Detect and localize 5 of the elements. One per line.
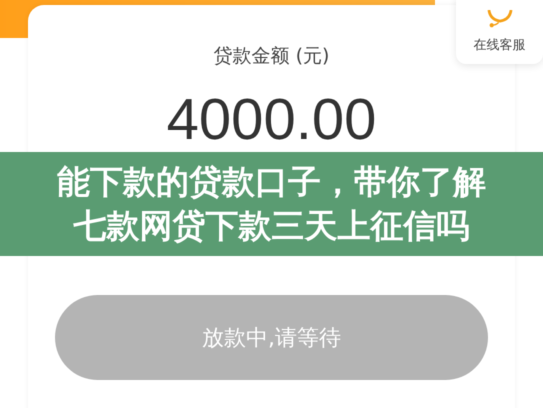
loan-amount: 4000.00 <box>166 91 376 149</box>
banner-title-line: 七款网贷下款三天上征信吗 <box>74 206 470 246</box>
loan-amount-label: 贷款金额 (元) <box>214 44 330 69</box>
customer-service-button[interactable]: 在线客服 <box>456 0 543 64</box>
banner-title-line: 能下款的贷款口子，带你了解 <box>57 162 486 202</box>
